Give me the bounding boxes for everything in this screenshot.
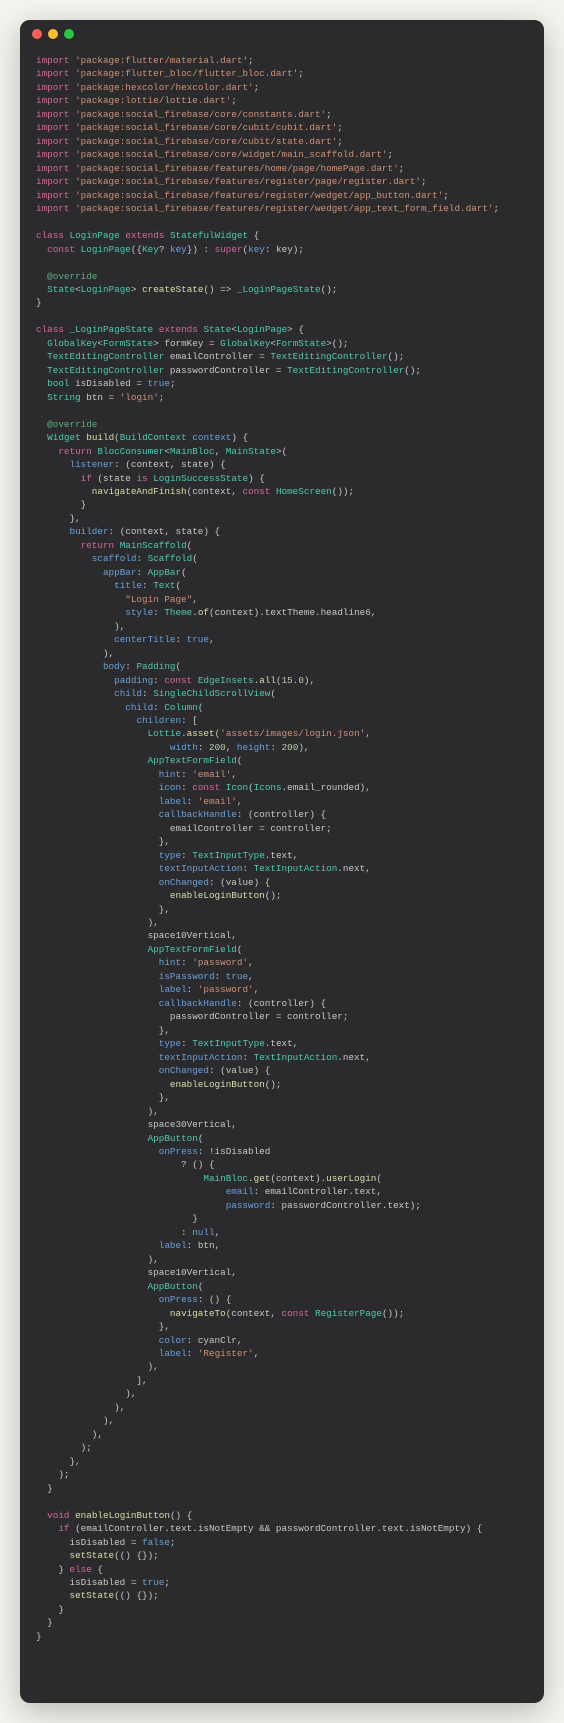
class-name: LoginPage	[70, 230, 120, 241]
editor-window: import 'package:flutter/material.dart'; …	[20, 20, 544, 1703]
import-line: 'package:social_firebase/core/constants.…	[75, 109, 326, 120]
maximize-icon[interactable]	[64, 29, 74, 39]
close-icon[interactable]	[32, 29, 42, 39]
import-line: 'package:lottie/lottie.dart'	[75, 95, 231, 106]
import-line: 'package:social_firebase/core/widget/mai…	[75, 149, 387, 160]
minimize-icon[interactable]	[48, 29, 58, 39]
override-annotation: @override	[47, 419, 97, 430]
override-annotation: @override	[47, 271, 97, 282]
class-name: _LoginPageState	[70, 324, 154, 335]
import-line: 'package:social_firebase/features/regist…	[75, 203, 493, 214]
window-titlebar	[20, 20, 544, 48]
import-line: 'package:flutter_bloc/flutter_bloc.dart'	[75, 68, 298, 79]
import-line: 'package:social_firebase/features/regist…	[75, 190, 443, 201]
code-editor[interactable]: import 'package:flutter/material.dart'; …	[20, 48, 544, 1703]
import-line: 'package:flutter/material.dart'	[75, 55, 248, 66]
import-line: 'package:hexcolor/hexcolor.dart'	[75, 82, 254, 93]
extends-type: StatefulWidget	[170, 230, 248, 241]
import-line: 'package:social_firebase/features/regist…	[75, 176, 421, 187]
import-line: 'package:social_firebase/core/cubit/stat…	[75, 136, 337, 147]
title-string: "Login Page"	[125, 594, 192, 605]
import-line: 'package:social_firebase/features/home/p…	[75, 163, 399, 174]
import-line: 'package:social_firebase/core/cubit/cubi…	[75, 122, 337, 133]
